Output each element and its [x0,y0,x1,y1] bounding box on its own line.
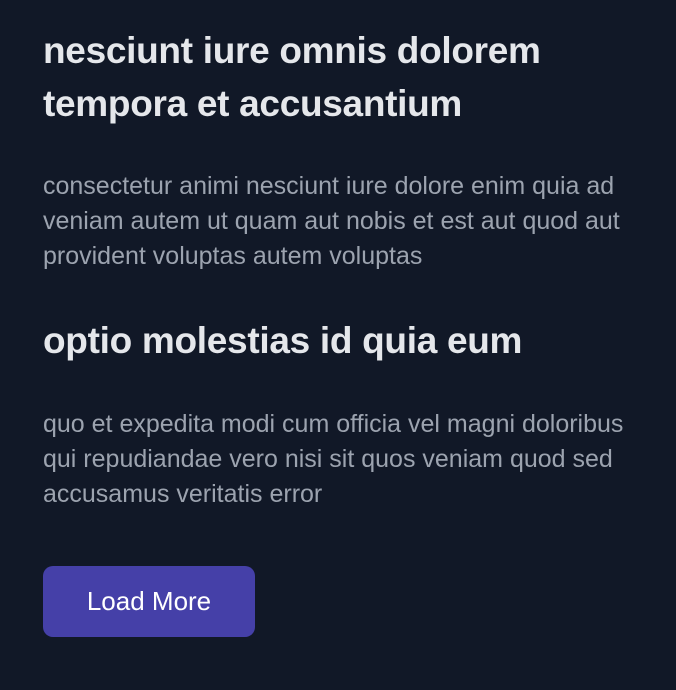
post-body: quo et expedita modi cum officia vel mag… [43,410,624,508]
post-item: nesciunt iure omnis dolorem tempora et a… [43,0,636,274]
load-more-button[interactable]: Load More [43,566,255,637]
post-body: consectetur animi nesciunt iure dolore e… [43,172,620,270]
post-item: optio molestias id quia eum quo et exped… [43,314,636,512]
post-title: nesciunt iure omnis dolorem tempora et a… [43,30,541,124]
post-feed: nesciunt iure omnis dolorem tempora et a… [0,0,676,690]
post-title: optio molestias id quia eum [43,320,523,361]
